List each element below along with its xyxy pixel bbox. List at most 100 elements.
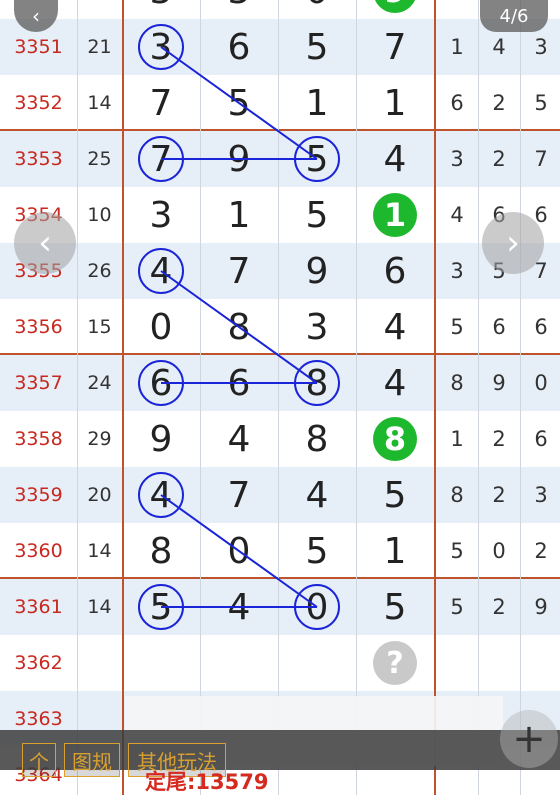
remainder-cell: 2 (492, 427, 506, 451)
digit-cell: 3 (200, 0, 278, 19)
digit-cell: 4 (383, 362, 407, 404)
chevron-left-icon: ‹ (32, 4, 40, 28)
period-cell: 3353 (14, 148, 63, 170)
digit-cell: 0 (278, 0, 356, 19)
remainder-cell: 2 (492, 483, 506, 507)
table-row: 3359 20 4 7 4 5 8 2 3 (0, 467, 560, 523)
table-row: 3356 15 0 8 3 4 5 6 6 (0, 299, 560, 355)
remainder-cell: 3 (450, 147, 464, 171)
remainder-cell: 0 (492, 539, 506, 563)
add-button[interactable]: + (500, 710, 558, 768)
digit-cell: 7 (149, 138, 173, 180)
chevron-right-icon: › (506, 223, 520, 263)
digit-cell: 3 (149, 26, 173, 68)
digit-cell: 4 (383, 306, 407, 348)
sum-cell: 14 (87, 540, 112, 562)
remainder-cell: 3 (534, 483, 548, 507)
remainder-cell: 8 (450, 483, 464, 507)
sum-cell: 26 (87, 260, 112, 282)
single-digit-button[interactable]: 个 (22, 743, 56, 777)
remainder-cell: 9 (534, 595, 548, 619)
digit-cell (278, 635, 356, 691)
digit-cell: 5 (227, 82, 251, 124)
next-page-button[interactable]: › (482, 212, 544, 274)
column-divider (434, 0, 436, 795)
table-row: 3360 14 8 0 5 1 5 0 2 (0, 523, 560, 579)
highlight-ball: 1 (373, 193, 417, 237)
chevron-left-icon: ‹ (38, 223, 52, 263)
table-row: 3355264796357 (0, 243, 560, 299)
column-divider (520, 0, 521, 795)
digit-cell: 6 (149, 362, 173, 404)
remainder-cell: 5 (450, 595, 464, 619)
digit-cell (122, 635, 200, 691)
digit-cell: 5 (383, 586, 407, 628)
sum-cell: 25 (87, 148, 112, 170)
sum-cell (77, 0, 122, 19)
sum-cell (77, 635, 122, 691)
chart-rules-button[interactable]: 图规 (64, 743, 120, 777)
digit-cell: 7 (383, 26, 407, 68)
column-divider (200, 0, 201, 795)
remainder-cell: 6 (534, 427, 548, 451)
digit-cell: 9 (227, 138, 251, 180)
digit-cell: 4 (149, 250, 173, 292)
digit-cell: 5 (305, 138, 329, 180)
column-divider (77, 0, 78, 795)
remainder-cell: 7 (534, 147, 548, 171)
digit-cell: 7 (227, 474, 251, 516)
prev-page-button[interactable]: ‹ (14, 212, 76, 274)
digit-cell: ? (356, 635, 434, 691)
highlight-ball: 8 (373, 417, 417, 461)
plus-icon: + (512, 716, 546, 762)
remainder-cell: 5 (450, 539, 464, 563)
period-cell: 3357 (14, 372, 63, 394)
remainder-cell: 2 (534, 539, 548, 563)
digit-cell (200, 635, 278, 691)
page-indicator: 4/6 (480, 0, 548, 32)
digit-cell: 5 (383, 474, 407, 516)
remainder-cell: 5 (450, 315, 464, 339)
table-row: 3354103151466 (0, 187, 560, 243)
sum-cell: 20 (87, 484, 112, 506)
digit-cell: 6 (227, 362, 251, 404)
digit-cell: 3 (149, 194, 173, 236)
digit-cell: 1 (383, 82, 407, 124)
period-cell: 3356 (14, 316, 63, 338)
remainder-cell: 2 (492, 595, 506, 619)
remainder-cell: 6 (534, 315, 548, 339)
table-row: 3352 14 7 5 1 1 6 2 5 (0, 75, 560, 131)
digit-cell: 0 (305, 586, 329, 628)
digit-cell: 8 (305, 362, 329, 404)
remainder-cell: 5 (534, 91, 548, 115)
digit-cell: 7 (227, 250, 251, 292)
table-row: 3362? (0, 635, 560, 691)
remainder-cell: 2 (492, 147, 506, 171)
digit-cell: 4 (383, 138, 407, 180)
period-cell: 3358 (14, 428, 63, 450)
column-divider (122, 0, 124, 795)
remainder-cell: 2 (492, 91, 506, 115)
period-cell: 3359 (14, 484, 63, 506)
digit-cell: 8 (227, 306, 251, 348)
digit-cell: 8 (149, 530, 173, 572)
digit-cell: 0 (149, 306, 173, 348)
remainder-cell (436, 635, 478, 691)
digit-cell: 5 (149, 586, 173, 628)
tail-note: 定尾:13579 (145, 770, 269, 794)
digit-cell: 1 (356, 187, 434, 243)
table-row: 3361 14 5 4 0 5 5 2 9 (0, 579, 560, 635)
period-cell: 3352 (14, 92, 63, 114)
digit-cell: 4 (227, 586, 251, 628)
sum-cell: 14 (87, 596, 112, 618)
remainder-cell: 4 (450, 203, 464, 227)
table-row: 3351 21 3 6 5 7 1 4 3 (0, 19, 560, 75)
table-row: 3357 24 6 6 8 4 8 9 0 (0, 355, 560, 411)
digit-cell: 8 (356, 411, 434, 467)
digit-cell: 4 (149, 474, 173, 516)
sum-cell: 29 (87, 428, 112, 450)
remainder-cell (520, 635, 560, 691)
remainder-cell: 6 (492, 315, 506, 339)
sum-cell: 21 (87, 36, 112, 58)
digit-cell: 0 (227, 530, 251, 572)
